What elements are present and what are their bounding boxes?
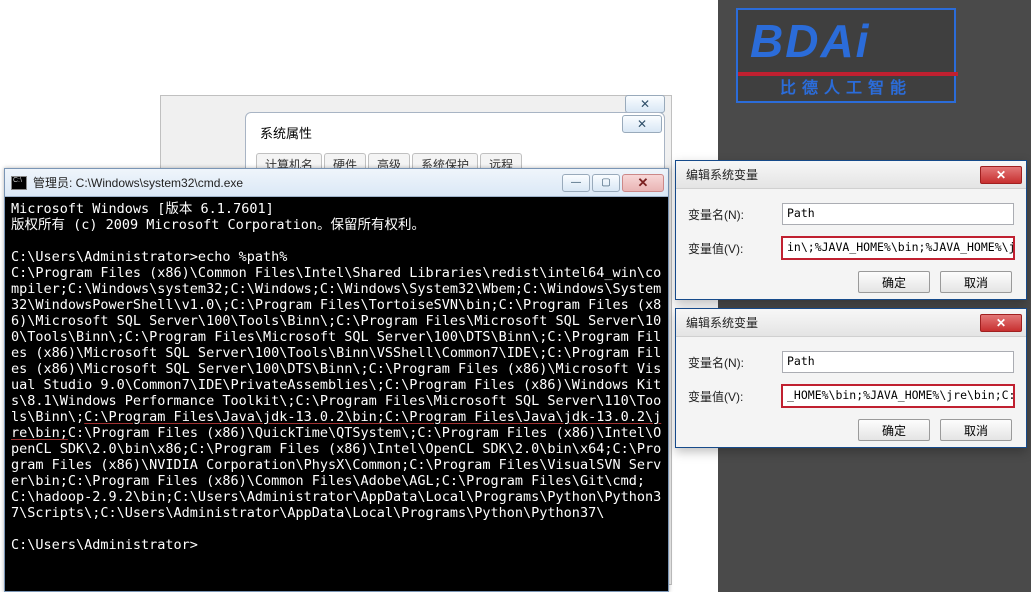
minimize-button[interactable]: — [562,174,590,192]
close-button[interactable]: ✕ [980,314,1022,332]
edit-env-var-dialog-2: 编辑系统变量 ✕ 变量名(N): Path 变量值(V): _HOME%\bin… [675,308,1027,448]
cmd-prompt-2: C:\Users\Administrator> [11,537,198,553]
cmd-window: 管理员: C:\Windows\system32\cmd.exe — ▢ ✕ M… [4,168,669,592]
dialog-title: 编辑系统变量 [686,314,980,331]
var-name-label: 变量名(N): [688,206,768,223]
dialog-title: 系统属性 [246,113,664,150]
logo-cn: 比德人工智能 [738,74,954,98]
var-name-input[interactable]: Path [782,351,1014,373]
cmd-line-version: Microsoft Windows [版本 6.1.7601] [11,201,274,217]
logo-underline [738,72,958,76]
close-button[interactable]: ✕ [622,174,664,192]
cmd-prompt-1: C:\Users\Administrator>echo %path% [11,249,287,265]
cmd-path-pre: C:\Program Files (x86)\Common Files\Inte… [11,265,661,425]
var-name-label: 变量名(N): [688,354,768,371]
close-icon[interactable]: ✕ [622,115,662,133]
system-properties-dialog: ✕ 系统属性 计算机名 硬件 高级 系统保护 远程 [245,112,665,172]
var-name-input[interactable]: Path [782,203,1014,225]
ok-button[interactable]: 确定 [858,419,930,441]
cmd-line-copyright: 版权所有 (c) 2009 Microsoft Corporation。保留所有… [11,217,425,233]
cmd-titlebar[interactable]: 管理员: C:\Windows\system32\cmd.exe — ▢ ✕ [5,169,668,197]
close-icon[interactable]: ✕ [625,95,665,113]
cancel-button[interactable]: 取消 [940,271,1012,293]
var-value-label: 变量值(V): [688,240,768,257]
var-value-input[interactable]: in\;%JAVA_HOME%\bin;%JAVA_HOME%\jre\ [782,237,1014,259]
var-value-input[interactable]: _HOME%\bin;%JAVA_HOME%\jre\bin;C:\Pr [782,385,1014,407]
logo-box: BDAi 比德人工智能 [736,8,956,103]
dialog-titlebar[interactable]: 编辑系统变量 ✕ [676,309,1026,337]
maximize-button[interactable]: ▢ [592,174,620,192]
logo-text: BDAi [738,10,954,68]
close-button[interactable]: ✕ [980,166,1022,184]
ok-button[interactable]: 确定 [858,271,930,293]
cmd-icon [11,176,27,190]
var-value-label: 变量值(V): [688,388,768,405]
dialog-title: 编辑系统变量 [686,166,980,183]
cmd-output[interactable]: Microsoft Windows [版本 6.1.7601] 版权所有 (c)… [5,197,668,591]
edit-env-var-dialog-1: 编辑系统变量 ✕ 变量名(N): Path 变量值(V): in\;%JAVA_… [675,160,1027,300]
cancel-button[interactable]: 取消 [940,419,1012,441]
cmd-path-post: C:\Program Files (x86)\QuickTime\QTSyste… [11,425,661,521]
cmd-title: 管理员: C:\Windows\system32\cmd.exe [33,174,562,191]
dialog-titlebar[interactable]: 编辑系统变量 ✕ [676,161,1026,189]
